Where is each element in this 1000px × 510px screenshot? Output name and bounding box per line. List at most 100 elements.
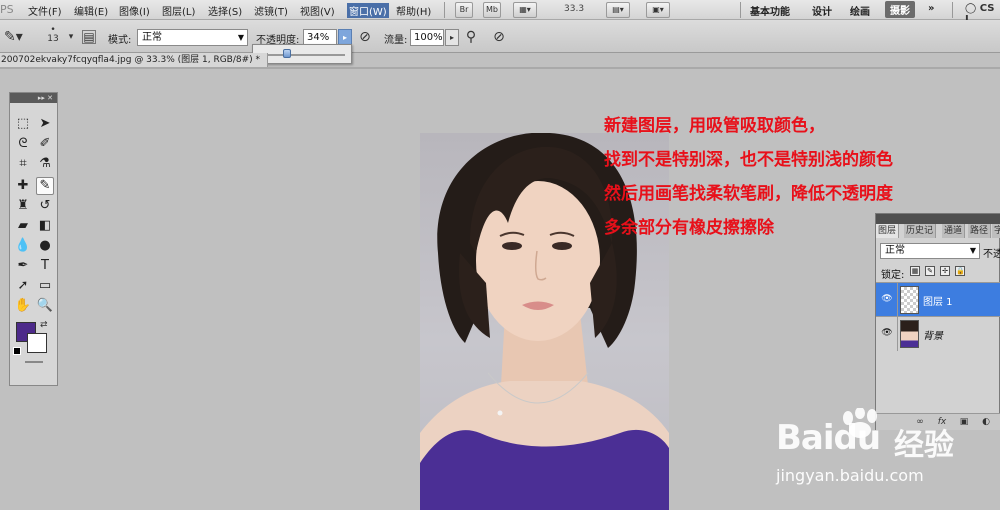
hand-tool-icon[interactable]: ✋ <box>14 297 32 315</box>
tab-paths[interactable]: 路径 <box>968 224 992 238</box>
more-workspaces-icon[interactable]: » <box>928 3 934 14</box>
opacity-slider-track[interactable] <box>261 54 345 56</box>
rectangle-tool-icon[interactable]: ▭ <box>36 277 54 295</box>
flow-slider-toggle[interactable]: ▸ <box>445 29 459 46</box>
airbrush-icon[interactable]: ⚲ <box>462 28 480 46</box>
lock-position-icon[interactable]: ✢ <box>940 266 950 276</box>
pen-tool-icon[interactable]: ✒ <box>14 257 32 275</box>
layer-name[interactable]: 图层 1 <box>923 293 953 308</box>
lock-all-icon[interactable]: 🔒 <box>955 266 965 276</box>
brush-tool-preset-icon[interactable]: ✎▾ <box>4 28 23 46</box>
annotation-line-1: 新建图层，用吸管吸取颜色， <box>604 116 825 136</box>
view-extras-button[interactable]: ▦▾ <box>513 2 537 18</box>
menu-separator <box>444 2 445 18</box>
menu-bar: PS 文件(F) 编辑(E) 图像(I) 图层(L) 选择(S) 滤镜(T) 视… <box>0 0 1000 25</box>
app-logo: PS <box>0 3 14 16</box>
eye-icon[interactable]: 👁 <box>880 294 894 304</box>
left-eye <box>502 242 522 250</box>
mode-label: 模式: <box>108 35 132 46</box>
healing-brush-tool-icon[interactable]: ✚ <box>14 177 32 195</box>
zoom-tool-icon[interactable]: 🔍 <box>36 297 54 315</box>
visibility-column-divider <box>897 317 898 351</box>
tab-history[interactable]: 历史记 <box>904 224 937 238</box>
blur-tool-icon[interactable]: 💧 <box>14 237 32 255</box>
layer-row[interactable]: 👁 图层 1 <box>876 282 1000 317</box>
baidu-jingyan-watermark: Baidu 经验 jingyan.baidu.com <box>776 404 996 504</box>
brush-size-value: 13 <box>47 34 59 44</box>
tablet-pressure-opacity-icon[interactable]: ⊘ <box>356 28 374 46</box>
menu-separator <box>740 2 741 18</box>
mode-value: 正常 <box>142 32 162 43</box>
menu-select[interactable]: 选择(S) <box>208 3 242 18</box>
clone-stamp-tool-icon[interactable]: ♜ <box>14 197 32 215</box>
menu-edit[interactable]: 编辑(E) <box>74 3 108 18</box>
menu-separator <box>952 2 953 18</box>
brush-picker-arrow-icon[interactable]: ▾ <box>62 28 80 46</box>
tab-layers[interactable]: 图层 <box>876 224 900 238</box>
brush-size-picker[interactable]: • 13 <box>44 26 62 44</box>
watermark-url: jingyan.baidu.com <box>776 466 924 485</box>
eraser-tool-icon[interactable]: ▰ <box>14 217 32 235</box>
menu-layer[interactable]: 图层(L) <box>162 3 195 18</box>
workspace-painting[interactable]: 绘画 <box>850 3 870 18</box>
eye-icon[interactable]: 👁 <box>880 328 894 338</box>
layer-name[interactable]: 背景 <box>923 327 943 342</box>
default-colors-icon[interactable] <box>13 347 21 355</box>
layer-row[interactable]: 👁 背景 <box>876 316 1000 351</box>
watermark-brand-cn: 经验 <box>894 428 954 463</box>
quick-selection-tool-icon[interactable]: ✐ <box>36 135 54 153</box>
chevron-down-icon: ▼ <box>969 246 976 255</box>
layer-thumbnail <box>900 286 919 314</box>
brush-tool-icon[interactable]: ✎ <box>36 177 54 195</box>
dodge-tool-icon[interactable]: ● <box>36 237 54 255</box>
flow-input[interactable]: 100% <box>410 29 444 46</box>
tablet-pressure-size-icon[interactable]: ⊘ <box>490 28 508 46</box>
tab-character[interactable]: 字 <box>992 224 1000 238</box>
marquee-tool-icon[interactable]: ⬚ <box>14 115 32 133</box>
mini-bridge-button[interactable]: Mb <box>483 2 501 18</box>
menu-filter[interactable]: 滤镜(T) <box>254 3 288 18</box>
menu-help[interactable]: 帮助(H) <box>396 3 431 18</box>
swap-colors-icon[interactable]: ⇄ <box>40 320 48 330</box>
tools-panel-header[interactable]: ▸▸ ✕ <box>10 93 57 103</box>
annotation-line-2: 找到不是特别深，也不是特别浅的颜色 <box>604 150 893 170</box>
menu-view[interactable]: 视图(V) <box>300 3 335 18</box>
arrange-documents-button[interactable]: ▤▾ <box>606 2 630 18</box>
menu-file[interactable]: 文件(F) <box>28 3 62 18</box>
lock-image-icon[interactable]: ✎ <box>925 266 935 276</box>
menu-window[interactable]: 窗口(W) <box>347 3 389 18</box>
blend-mode-select[interactable]: 正常 ▼ <box>880 243 980 259</box>
workspace-photography[interactable]: 摄影 <box>885 1 915 18</box>
quick-mask-toggle[interactable] <box>25 361 43 363</box>
path-selection-tool-icon[interactable]: ➚ <box>14 277 32 295</box>
layer-thumbnail <box>900 320 919 348</box>
eyedropper-tool-icon[interactable]: ⚗ <box>36 155 54 173</box>
move-tool-icon[interactable]: ➤ <box>36 115 54 133</box>
lock-transparency-icon[interactable]: ▦ <box>910 266 920 276</box>
menu-image[interactable]: 图像(I) <box>119 3 150 18</box>
screen-mode-button[interactable]: ▣▾ <box>646 2 670 18</box>
mode-select[interactable]: 正常 ▼ <box>137 29 248 46</box>
watermark-brand: Baidu <box>776 418 881 458</box>
workspace-essentials[interactable]: 基本功能 <box>750 3 790 18</box>
bridge-button[interactable]: Br <box>455 2 473 18</box>
right-eye <box>552 242 572 250</box>
options-bar: ✎▾ • 13 ▾ ▤ 模式: 正常 ▼ 不透明度: 34% ▸ ⊘ 流量: 100… <box>0 20 1000 53</box>
visibility-column-divider <box>897 283 898 317</box>
crop-tool-icon[interactable]: ⌗ <box>14 155 32 173</box>
tab-channels[interactable]: 通道 <box>942 224 966 238</box>
blend-mode-value: 正常 <box>885 245 905 256</box>
background-color-swatch[interactable] <box>27 333 47 353</box>
history-brush-tool-icon[interactable]: ↺ <box>36 197 54 215</box>
chevron-down-icon: ▼ <box>237 33 244 42</box>
annotation-line-3: 然后用画笔找柔软笔刷，降低不透明度 <box>604 184 893 204</box>
workspace-design[interactable]: 设计 <box>812 3 832 18</box>
layers-panel-header[interactable] <box>876 214 1000 224</box>
document-tab[interactable]: 200702ekvaky7fcqyqfla4.jpg @ 33.3% (图层 1… <box>0 53 268 67</box>
brush-panel-icon[interactable]: ▤ <box>82 30 96 44</box>
type-tool-icon[interactable]: T <box>36 257 54 275</box>
zoom-level[interactable]: 33.3 <box>564 4 584 14</box>
lasso-tool-icon[interactable]: ᘓ <box>14 135 32 153</box>
opacity-slider-thumb[interactable] <box>283 49 291 58</box>
gradient-tool-icon[interactable]: ◧ <box>36 217 54 235</box>
